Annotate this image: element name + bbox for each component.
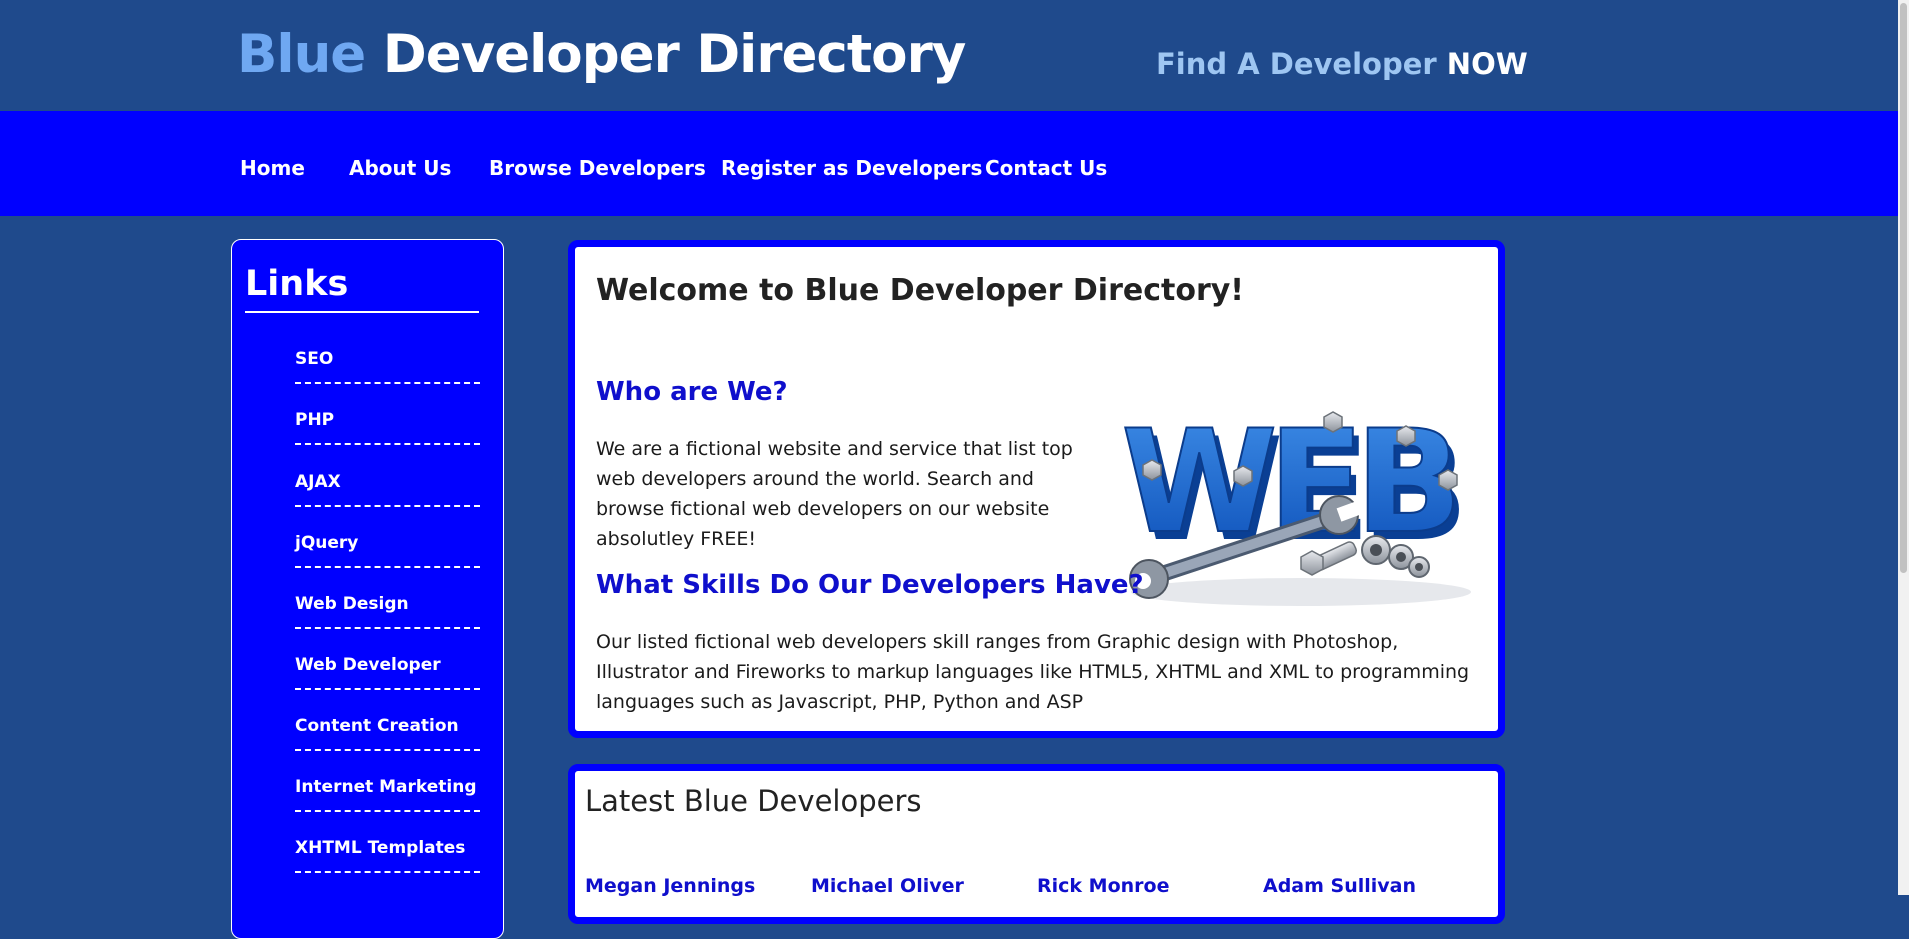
graphic-shadow — [1131, 578, 1471, 606]
sidebar-link-seo[interactable]: SEO — [295, 348, 480, 384]
sidebar-link-php[interactable]: PHP — [295, 409, 480, 445]
main-nav: Home About Us Browse Developers Register… — [0, 111, 1898, 216]
latest-developers-panel: Latest Blue Developers Megan Jennings Mi… — [568, 764, 1505, 924]
site-title[interactable]: Blue Developer Directory — [237, 22, 967, 88]
sidebar-link-internet-marketing[interactable]: Internet Marketing — [295, 776, 480, 812]
sidebar-title: Links — [245, 264, 349, 304]
nav-about-us[interactable]: About Us — [349, 156, 451, 180]
sidebar-link-web-developer[interactable]: Web Developer — [295, 654, 480, 690]
sidebar-link-ajax[interactable]: AJAX — [295, 471, 480, 507]
page-scrollbar[interactable] — [1898, 0, 1909, 895]
sidebar-link-xhtml-templates[interactable]: XHTML Templates — [295, 837, 480, 873]
site-title-rest: Developer Directory — [365, 24, 967, 85]
sidebar-link-web-design[interactable]: Web Design — [295, 593, 480, 629]
developer-link-adam-sullivan[interactable]: Adam Sullivan — [1263, 874, 1416, 898]
nav-home[interactable]: Home — [240, 156, 305, 180]
nav-register-developers[interactable]: Register as Developers — [721, 156, 982, 180]
scrollbar-thumb[interactable] — [1900, 3, 1907, 573]
web-graphic: WEB WEB — [1101, 367, 1486, 612]
welcome-title: Welcome to Blue Developer Directory! — [596, 273, 1244, 308]
links-sidebar: Links SEO PHP AJAX jQuery Web Design Web… — [231, 239, 504, 939]
nav-contact-us[interactable]: Contact Us — [985, 156, 1107, 180]
latest-developers-title: Latest Blue Developers — [585, 784, 922, 818]
who-are-we-text: We are a fictional website and service t… — [596, 438, 1073, 550]
skills-text: Our listed fictional web developers skil… — [596, 631, 1470, 713]
developer-link-michael-oliver[interactable]: Michael Oliver — [811, 874, 964, 898]
web-tools-illustration: WEB WEB — [1120, 399, 1471, 606]
sidebar-link-content-creation[interactable]: Content Creation — [295, 715, 480, 751]
header-tagline: Find A Developer NOW — [1156, 45, 1528, 83]
skills-heading: What Skills Do Our Developers Have? — [596, 570, 1144, 600]
welcome-panel: Welcome to Blue Developer Directory! Who… — [568, 240, 1505, 738]
nav-browse-developers[interactable]: Browse Developers — [489, 156, 706, 180]
sidebar-title-divider — [245, 311, 479, 313]
sidebar-link-jquery[interactable]: jQuery — [295, 532, 480, 568]
site-title-accent: Blue — [237, 24, 366, 85]
developer-link-megan-jennings[interactable]: Megan Jennings — [585, 874, 755, 898]
tagline-emphasis: NOW — [1446, 47, 1528, 81]
site-header: Blue Developer Directory Find A Develope… — [0, 0, 1898, 111]
tagline-main: Find A Developer — [1156, 47, 1447, 81]
developer-link-rick-monroe[interactable]: Rick Monroe — [1037, 874, 1169, 898]
who-are-we-heading: Who are We? — [596, 377, 788, 407]
